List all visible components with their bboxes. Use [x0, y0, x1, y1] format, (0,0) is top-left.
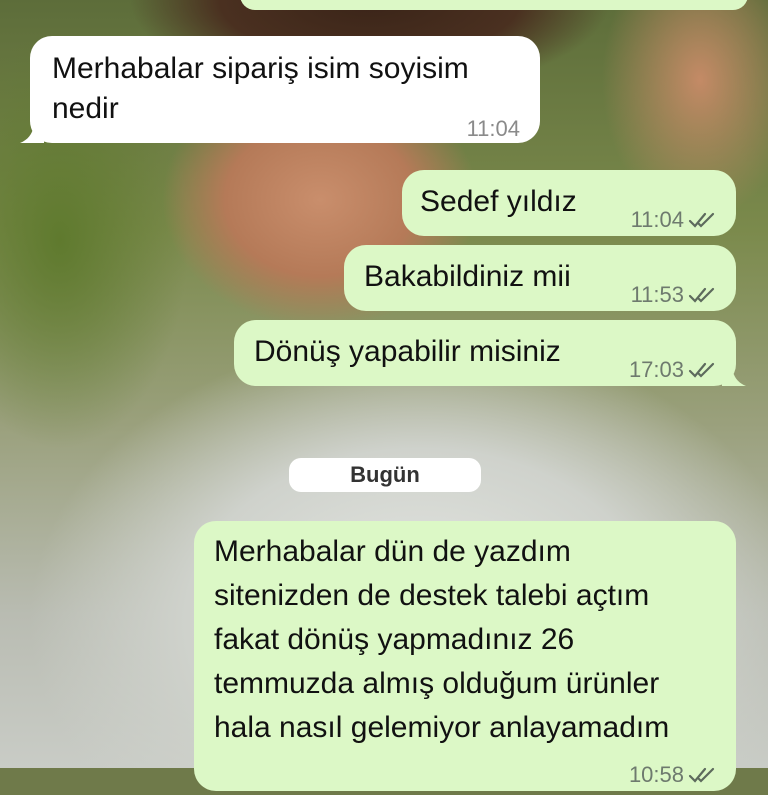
message-bubble-outgoing[interactable]: Merhabalar dün de yazdım sitenizden de d…	[194, 521, 736, 791]
message-text: Sedef yıldız	[420, 185, 577, 218]
double-check-icon	[688, 767, 715, 783]
message-bubble-outgoing[interactable]: Dönüş yapabilir misiniz 17:03	[234, 320, 746, 386]
message-text: Dönüş yapabilir misiniz	[254, 335, 561, 368]
message-text-line: hala nasıl gelemiyor anlayamadım	[214, 711, 670, 744]
message-bubble-partial[interactable]	[240, 0, 748, 10]
message-time: 11:53	[630, 282, 684, 307]
double-check-icon	[688, 287, 715, 303]
message-time: 11:04	[630, 207, 684, 232]
message-bubble-outgoing[interactable]: Bakabildiniz mii 11:53	[344, 245, 736, 311]
message-bubble-incoming[interactable]: Merhabalar sipariş isim soyisim nedir 11…	[20, 36, 540, 143]
message-time-row: 10:58	[629, 755, 718, 795]
message-text-line: temmuzda almış olduğum ürünler	[214, 667, 660, 700]
message-text-line: nedir	[52, 92, 119, 125]
message-time-row: 11:04	[631, 200, 718, 240]
message-text: Bakabildiniz mii	[364, 260, 571, 293]
double-check-icon	[688, 362, 715, 378]
message-time-row: 11:53	[631, 275, 718, 315]
message-text-line: Merhabalar sipariş isim soyisim	[52, 52, 469, 85]
message-time: 17:03	[628, 357, 684, 382]
message-text-line: Merhabalar dün de yazdım	[214, 535, 571, 568]
message-bubble-outgoing[interactable]: Sedef yıldız 11:04	[402, 170, 736, 236]
message-time: 10:58	[628, 762, 684, 787]
bubble-tail	[722, 364, 746, 386]
bubble-tail	[20, 121, 44, 143]
date-separator: Bugün	[289, 458, 481, 492]
message-time: 11:04	[466, 116, 520, 141]
double-check-icon	[688, 212, 715, 228]
message-text-line: fakat dönüş yapmadınız 26	[214, 623, 575, 656]
message-time-row: 17:03	[629, 350, 718, 390]
message-text-line: sitenizden de destek talebi açtım	[214, 579, 650, 612]
